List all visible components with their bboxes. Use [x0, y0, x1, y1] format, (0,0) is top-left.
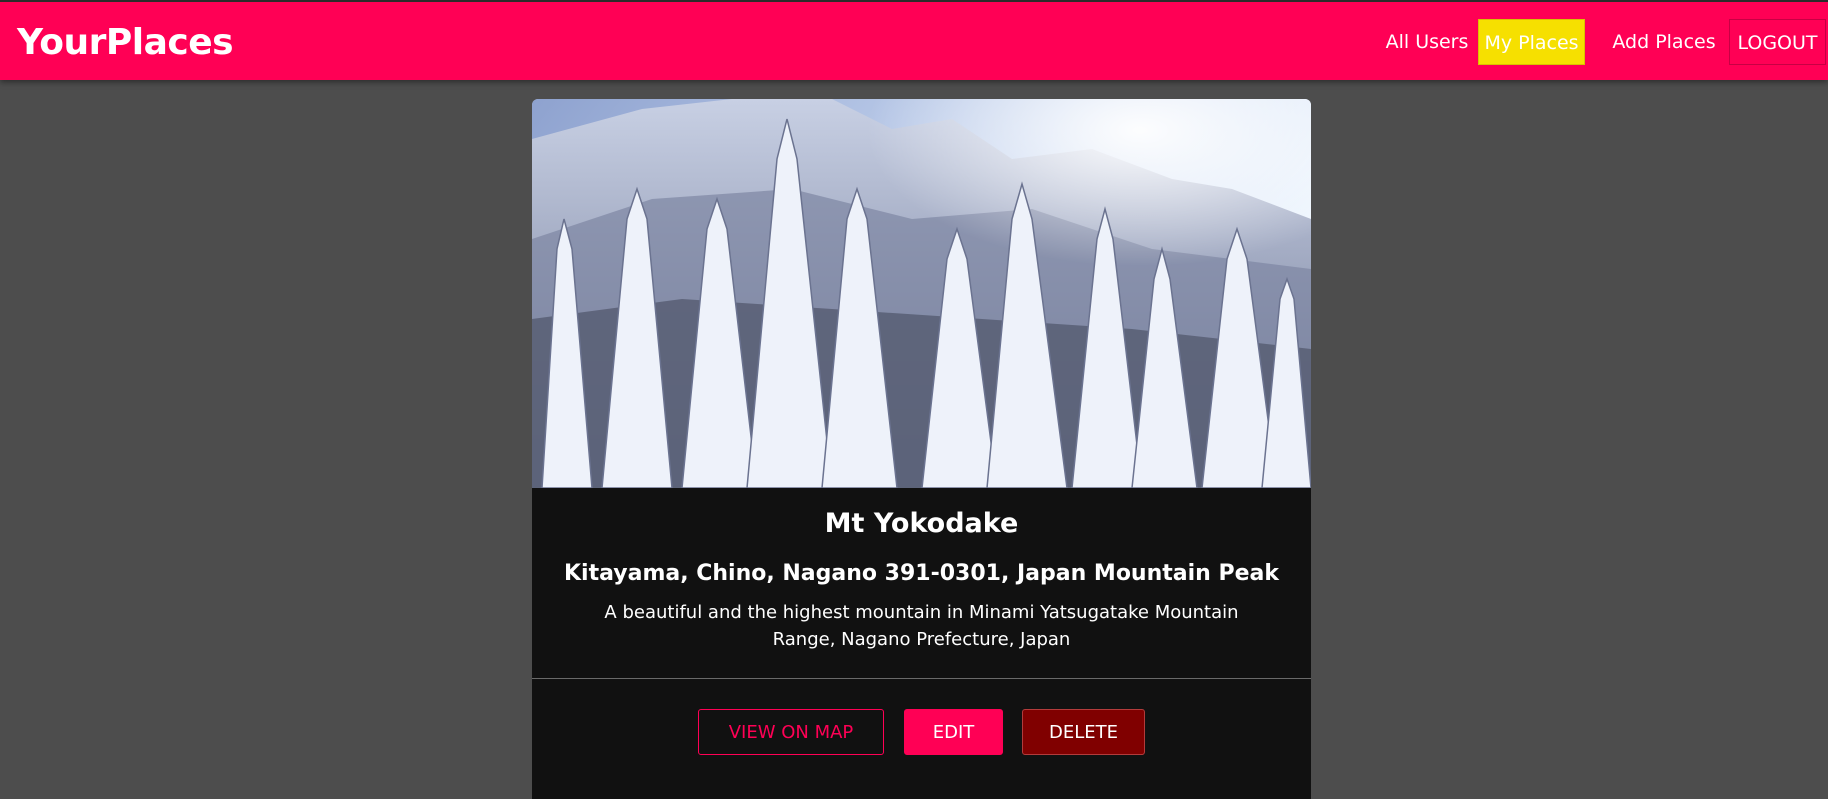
- main-header: YourPlaces All Users My Places Add Place…: [0, 0, 1828, 80]
- main-navigation: All Users My Places Add Places LOGOUT: [0, 2, 1828, 80]
- nav-all-users[interactable]: All Users: [1362, 19, 1492, 65]
- place-image: [532, 99, 1311, 488]
- snowy-forest-illustration: [532, 99, 1311, 488]
- logout-button[interactable]: LOGOUT: [1729, 19, 1826, 65]
- edit-button[interactable]: EDIT: [904, 709, 1003, 755]
- place-title: Mt Yokodake: [824, 508, 1019, 539]
- delete-button[interactable]: DELETE: [1022, 709, 1145, 755]
- place-description: A beautiful and the highest mountain in …: [604, 602, 1239, 650]
- nav-add-places[interactable]: Add Places: [1604, 19, 1724, 65]
- card-divider: [532, 678, 1311, 679]
- place-address: Kitayama, Chino, Nagano 391-0301, Japan …: [564, 561, 1279, 586]
- view-on-map-button[interactable]: VIEW ON MAP: [698, 709, 884, 755]
- place-card: Mt Yokodake Kitayama, Chino, Nagano 391-…: [532, 99, 1311, 799]
- nav-my-places[interactable]: My Places: [1478, 19, 1585, 65]
